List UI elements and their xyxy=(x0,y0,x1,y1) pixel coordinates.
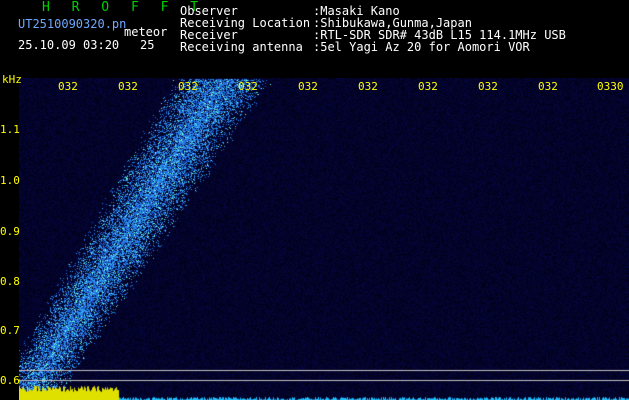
x-tick-label: 032 xyxy=(478,80,498,93)
filename-label: UT2510090320.pn xyxy=(18,17,127,31)
x-tick-label: 032 xyxy=(418,80,438,93)
y-tick-label: 0.9 xyxy=(0,225,20,238)
y-tick-label: 0.6 xyxy=(0,374,20,387)
count-label: 25 xyxy=(140,38,155,52)
x-tick-label: 032 xyxy=(298,80,318,93)
date-time-label: 25.10.09 03:20 xyxy=(18,38,120,52)
antenna-value: :5el Yagi Az 20 for Aomori VOR xyxy=(313,40,530,54)
spectrogram-canvas xyxy=(19,78,629,400)
event-type-label: meteor xyxy=(124,25,168,39)
header-panel: H R O F F T UT2510090320.pn meteor 25.10… xyxy=(0,0,629,78)
antenna-label: Receiving antenna xyxy=(180,40,303,54)
x-tick-label: 032 xyxy=(178,80,198,93)
y-tick-label: 0.7 xyxy=(0,324,20,337)
x-tick-label: 032 xyxy=(238,80,258,93)
y-axis-unit: kHz xyxy=(2,73,22,86)
x-tick-label: 032 xyxy=(538,80,558,93)
y-tick-label: 1.0 xyxy=(0,174,20,187)
y-tick-label: 1.1 xyxy=(0,123,20,136)
x-tick-label: 0330 xyxy=(597,80,624,93)
x-tick-label: 032 xyxy=(118,80,138,93)
y-tick-label: 0.8 xyxy=(0,275,20,288)
x-tick-label: 032 xyxy=(58,80,78,93)
x-tick-label: 032 xyxy=(358,80,378,93)
